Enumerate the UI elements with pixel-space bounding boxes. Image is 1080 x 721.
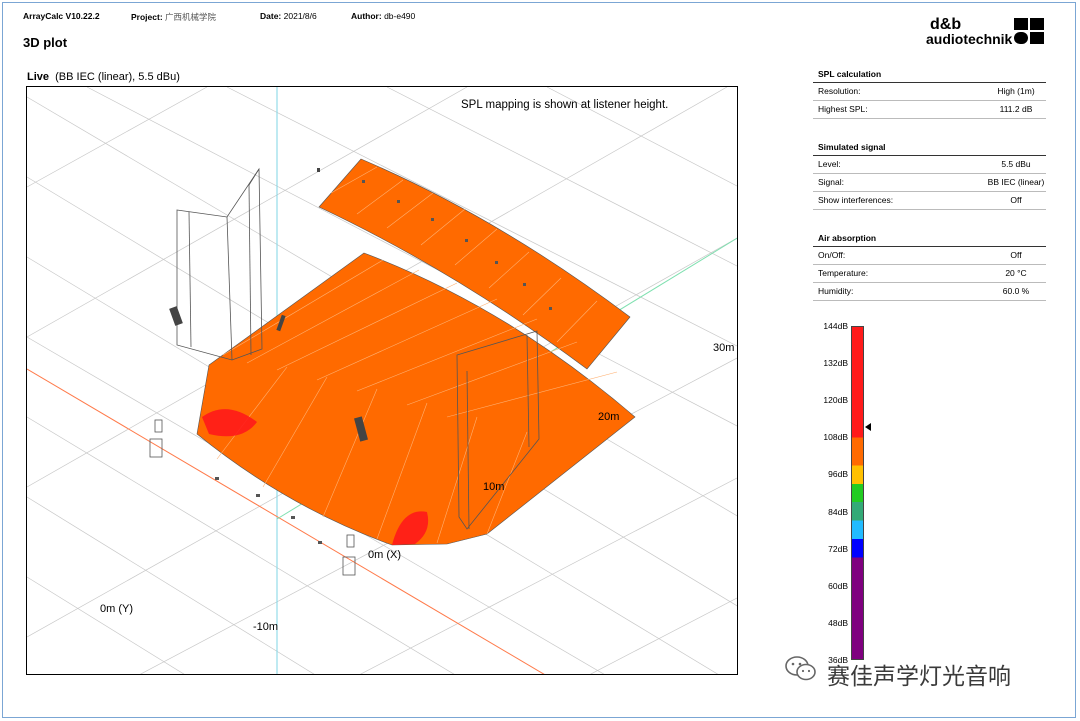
neg10m-label: -10m: [253, 621, 278, 633]
view-mode-label: Live (BB IEC (linear), 5.5 dBu): [27, 71, 180, 83]
30m-label: 30m: [713, 342, 734, 354]
scale-tick-label: 132dB: [823, 358, 848, 369]
date-info: Date: 2021/8/6: [260, 11, 317, 21]
highest-spl-row: Highest SPL: 111.2 dB: [813, 101, 1046, 119]
stage-wall-wireframe: [176, 167, 263, 361]
on-off-row: On/Off: Off: [813, 247, 1046, 265]
temperature-row: Temperature: 20 °C: [813, 265, 1046, 283]
x-origin-label: 0m (X): [368, 549, 401, 561]
level-row: Level: 5.5 dBu: [813, 156, 1046, 174]
project-info: Project: 广西机械学院: [131, 12, 217, 22]
simulated-signal-panel: Simulated signal Level: 5.5 dBu Signal: BB…: [813, 140, 1046, 210]
scale-tick-label: 120dB: [823, 395, 848, 406]
panel-title: Air absorption: [813, 231, 1046, 247]
spl-color-scale: 144dB 132dB 120dB 108dB 96dB 84dB 72dB 60dB 48dB…: [800, 320, 880, 665]
page-title: 3D plot: [23, 35, 68, 50]
panel-title: Simulated signal: [813, 140, 1046, 156]
color-scale-bar: [851, 326, 864, 660]
highest-spl-marker: [865, 423, 871, 432]
interferences-row: Show interferences: Off: [813, 192, 1046, 210]
panel-title: SPL calculation: [813, 67, 1046, 83]
humidity-row: Humidity: 60.0 %: [813, 283, 1046, 301]
scale-tick-label: 48dB: [828, 617, 848, 628]
wechat-icon: [785, 656, 816, 681]
scale-tick-label: 60dB: [828, 580, 848, 591]
10m-label: 10m: [483, 481, 504, 493]
author-info: Author: db-e490: [351, 11, 416, 21]
scale-tick-label: 96dB: [828, 469, 848, 480]
watermark-text: 赛佳声学灯光音响: [827, 664, 1011, 690]
3d-plot-viewport[interactable]: SPL mapping is shown at listener height.…: [26, 86, 738, 675]
db-audiotechnik-logo: d&b audiotechnik: [926, 16, 1048, 50]
scale-tick-label: 72dB: [828, 543, 848, 554]
3d-plot-canvas[interactable]: SPL mapping is shown at listener height.…: [27, 87, 738, 675]
signal-row: Signal: BB IEC (linear): [813, 174, 1046, 192]
scale-tick-label: 84dB: [828, 506, 848, 517]
air-absorption-panel: Air absorption On/Off: Off Temperature: 20…: [813, 231, 1046, 301]
20m-label: 20m: [598, 411, 619, 423]
scale-tick-label: 108dB: [823, 432, 848, 443]
spl-note: SPL mapping is shown at listener height.: [461, 99, 668, 111]
app-version: ArrayCalc V10.22.2: [23, 11, 100, 21]
resolution-row: Resolution: High (1m): [813, 83, 1046, 101]
y-origin-label: 0m (Y): [100, 603, 133, 615]
scale-tick-label: 144dB: [823, 321, 848, 331]
spl-calculation-panel: SPL calculation Resolution: High (1m) Hig…: [813, 67, 1046, 119]
